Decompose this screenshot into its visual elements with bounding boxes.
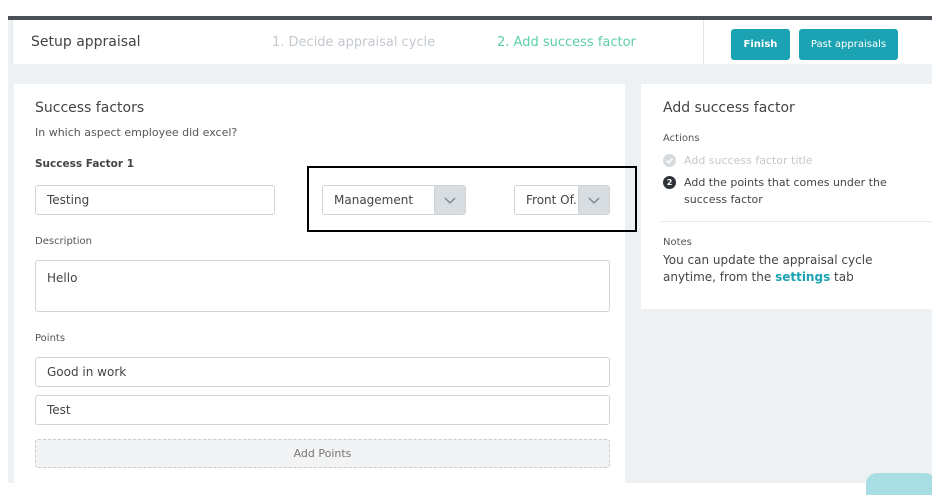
check-circle-icon	[663, 154, 676, 167]
help-title: Add success factor	[663, 100, 795, 116]
help-widget-button[interactable]	[866, 473, 932, 495]
notes-text: You can update the appraisal cycle anyti…	[663, 252, 923, 286]
success-factor-form: Success factors In which aspect employee…	[14, 84, 625, 483]
annotation-highlight-box	[307, 166, 637, 232]
notes-suffix: tab	[830, 270, 854, 284]
action-item-current: 2 Add the points that comes under the su…	[663, 174, 913, 210]
page-title: Setup appraisal	[31, 34, 141, 50]
past-appraisals-button[interactable]: Past appraisals	[799, 29, 898, 60]
section-subtitle: In which aspect employee did excel?	[35, 126, 238, 139]
success-factor-title-input[interactable]: Testing	[35, 185, 275, 215]
point-value-2: Test	[47, 403, 71, 417]
points-label: Points	[35, 333, 66, 344]
point-input-2[interactable]: Test	[35, 395, 610, 425]
action-item-done: Add success factor title	[663, 152, 913, 169]
step-number-icon: 2	[663, 176, 676, 189]
header-divider	[703, 20, 704, 64]
step-add-success-factor[interactable]: 2. Add success factor	[497, 35, 636, 50]
panel-divider	[661, 221, 932, 222]
action-text-done: Add success factor title	[684, 154, 813, 167]
actions-label: Actions	[663, 133, 700, 144]
section-title: Success factors	[35, 100, 145, 116]
action-text-current: Add the points that comes under the succ…	[684, 176, 887, 206]
wizard-header: Setup appraisal 1. Decide appraisal cycl…	[12, 20, 932, 64]
help-panel: Add success factor Actions Add success f…	[641, 84, 932, 309]
add-points-button[interactable]: Add Points	[35, 439, 610, 468]
finish-button[interactable]: Finish	[731, 29, 790, 60]
description-textarea[interactable]: Hello	[35, 260, 610, 312]
point-input-1[interactable]: Good in work	[35, 357, 610, 387]
step-decide-cycle[interactable]: 1. Decide appraisal cycle	[272, 35, 435, 50]
description-value: Hello	[47, 271, 78, 285]
point-value-1: Good in work	[47, 365, 127, 379]
description-label: Description	[35, 236, 92, 247]
notes-label: Notes	[663, 237, 692, 248]
success-factor-label: Success Factor 1	[35, 158, 135, 170]
success-factor-title-value: Testing	[47, 193, 90, 207]
settings-link[interactable]: settings	[775, 270, 830, 284]
